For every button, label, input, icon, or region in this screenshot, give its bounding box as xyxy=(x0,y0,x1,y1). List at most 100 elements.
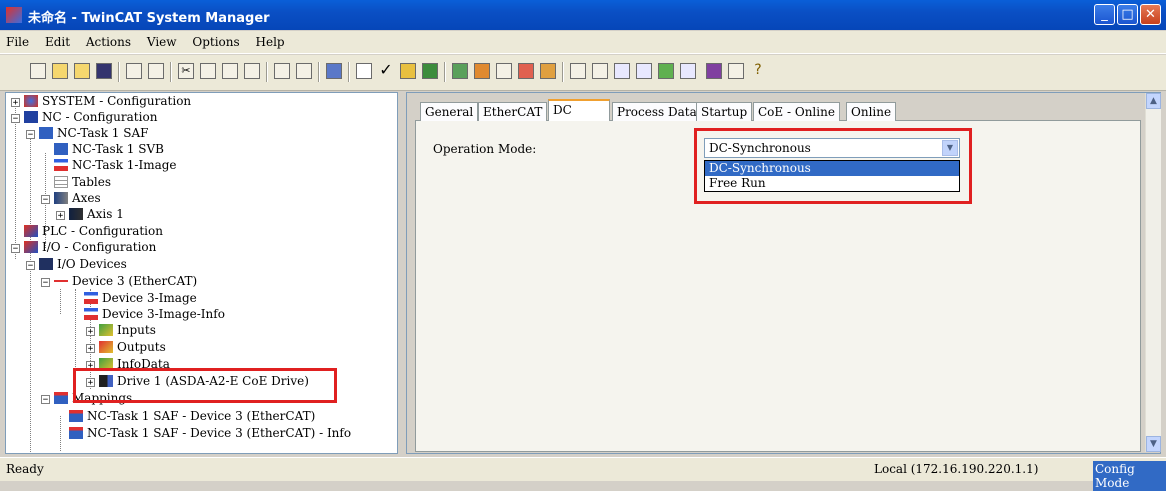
tab-process-data[interactable]: Process Data xyxy=(612,102,702,121)
tree-item-mapping-2[interactable]: NC-Task 1 SAF - Device 3 (EtherCAT) - In… xyxy=(69,425,351,441)
check-configuration-icon[interactable] xyxy=(356,63,372,79)
tree-label: NC-Task 1 SAF - Device 3 (EtherCAT) - In… xyxy=(87,426,352,440)
expand-toggle[interactable]: + xyxy=(11,98,20,108)
print-preview-icon[interactable] xyxy=(148,63,164,79)
paste-icon[interactable] xyxy=(222,63,238,79)
tree-item-plc[interactable]: PLC - Configuration xyxy=(24,223,163,239)
tree-item-io-devices[interactable]: I/O Devices xyxy=(39,256,127,272)
mappings-icon xyxy=(54,392,68,404)
menu-actions[interactable]: Actions xyxy=(80,31,137,49)
close-button[interactable]: ✕ xyxy=(1140,4,1161,25)
collapse-toggle[interactable]: − xyxy=(41,395,50,405)
tree-line xyxy=(60,289,61,314)
collapse-toggle[interactable]: − xyxy=(11,244,20,254)
status-local-address: Local (172.16.190.220.1.1) xyxy=(874,462,1039,476)
info-icon[interactable] xyxy=(728,63,744,79)
image-icon xyxy=(84,308,98,320)
io-devices-icon xyxy=(39,258,53,270)
tree-label: NC-Task 1 SAF xyxy=(57,126,149,140)
menu-file[interactable]: File xyxy=(0,31,35,49)
tree-item-device3-image-info[interactable]: Device 3-Image-Info xyxy=(84,306,225,322)
tree-item-nc-task[interactable]: NC-Task 1 SAF xyxy=(39,125,148,141)
collapse-toggle[interactable]: − xyxy=(41,278,50,288)
expand-toggle[interactable]: + xyxy=(86,327,95,337)
watch-icon[interactable] xyxy=(636,63,652,79)
activate-configuration-icon[interactable] xyxy=(400,63,416,79)
operation-mode-highlight-box xyxy=(694,128,972,204)
menu-edit[interactable]: Edit xyxy=(39,31,76,49)
open-icon[interactable] xyxy=(52,63,68,79)
tree-label: I/O - Configuration xyxy=(42,240,157,254)
pane-splitter[interactable] xyxy=(399,92,405,454)
link-variable-icon[interactable] xyxy=(614,63,630,79)
expand-toggle[interactable]: + xyxy=(86,344,95,354)
tab-coe-online[interactable]: CoE - Online xyxy=(753,102,840,121)
generate-mappings-icon[interactable] xyxy=(326,63,342,79)
zoom-icon[interactable] xyxy=(570,63,586,79)
tab-startup[interactable]: Startup xyxy=(696,102,753,121)
tree-item-outputs[interactable]: Outputs xyxy=(99,339,166,355)
search-icon[interactable] xyxy=(592,63,608,79)
tree-item-nc[interactable]: NC - Configuration xyxy=(24,109,157,125)
show-sub-items-icon[interactable] xyxy=(540,63,556,79)
toggle-free-run-icon[interactable] xyxy=(496,63,512,79)
tree-label: Axis 1 xyxy=(87,207,124,221)
tree-item-device3[interactable]: Device 3 (EtherCAT) xyxy=(54,273,197,289)
scan-devices-icon[interactable] xyxy=(474,63,490,79)
tree-line xyxy=(30,138,31,453)
vertical-scrollbar[interactable]: ▲ ▼ xyxy=(1145,93,1161,452)
tab-dc[interactable]: DC xyxy=(548,99,610,121)
menu-help[interactable]: Help xyxy=(250,31,291,49)
tree-label: SYSTEM - Configuration xyxy=(42,94,192,108)
menu-view[interactable]: View xyxy=(141,31,183,49)
tree-item-device3-image[interactable]: Device 3-Image xyxy=(84,290,197,306)
show-online-data-icon[interactable] xyxy=(518,63,534,79)
expand-toggle[interactable]: + xyxy=(56,211,65,221)
tree-item-mapping-1[interactable]: NC-Task 1 SAF - Device 3 (EtherCAT) xyxy=(69,408,315,424)
system-icon xyxy=(24,95,38,107)
tab-online[interactable]: Online xyxy=(846,102,897,121)
menu-options[interactable]: Options xyxy=(186,31,245,49)
maximize-button[interactable]: □ xyxy=(1117,4,1138,25)
tree-item-inputs[interactable]: Inputs xyxy=(99,322,156,338)
open-folder-icon[interactable] xyxy=(74,63,90,79)
tree-item-nc-svb[interactable]: NC-Task 1 SVB xyxy=(54,141,164,157)
find-icon[interactable] xyxy=(274,63,290,79)
help-icon[interactable]: ? xyxy=(750,63,766,79)
collapse-toggle[interactable]: − xyxy=(26,130,35,140)
save-icon[interactable] xyxy=(96,63,112,79)
scroll-up-icon[interactable]: ▲ xyxy=(1146,93,1161,109)
tree-item-tables[interactable]: Tables xyxy=(54,174,111,190)
toolbar-separator xyxy=(318,62,320,82)
check-mark-icon[interactable]: ✓ xyxy=(378,62,394,79)
print-icon[interactable] xyxy=(126,63,142,79)
collapse-toggle[interactable]: − xyxy=(11,114,20,124)
minimize-button[interactable]: _ xyxy=(1094,4,1115,25)
tree-label: Outputs xyxy=(117,340,166,354)
force-icon[interactable] xyxy=(658,63,674,79)
collapse-toggle[interactable]: − xyxy=(26,261,35,271)
axes-icon xyxy=(54,192,68,204)
restart-icon[interactable] xyxy=(422,63,438,79)
scroll-down-icon[interactable]: ▼ xyxy=(1146,436,1161,452)
new-icon[interactable] xyxy=(30,63,46,79)
tree-item-nc-image[interactable]: NC-Task 1-Image xyxy=(54,157,177,173)
status-config-mode: Config Mode xyxy=(1093,461,1166,491)
collapse-toggle[interactable]: − xyxy=(41,195,50,205)
replace-icon[interactable] xyxy=(296,63,312,79)
status-ready: Ready xyxy=(6,462,44,476)
tree-item-system[interactable]: SYSTEM - Configuration xyxy=(24,93,191,109)
tree-item-axis1[interactable]: Axis 1 xyxy=(69,206,124,222)
help-book-icon[interactable] xyxy=(706,63,722,79)
io-icon xyxy=(24,241,38,253)
tab-ethercat[interactable]: EtherCAT xyxy=(478,102,548,121)
ads-icon[interactable] xyxy=(680,63,696,79)
tree-item-io[interactable]: I/O - Configuration xyxy=(24,239,156,255)
paste-with-links-icon[interactable] xyxy=(244,63,260,79)
copy-icon[interactable] xyxy=(200,63,216,79)
tree-label: NC - Configuration xyxy=(42,110,158,124)
cut-icon[interactable]: ✂ xyxy=(178,63,194,79)
reload-devices-icon[interactable] xyxy=(452,63,468,79)
tab-general[interactable]: General xyxy=(420,102,479,121)
tree-item-axes[interactable]: Axes xyxy=(54,190,101,206)
